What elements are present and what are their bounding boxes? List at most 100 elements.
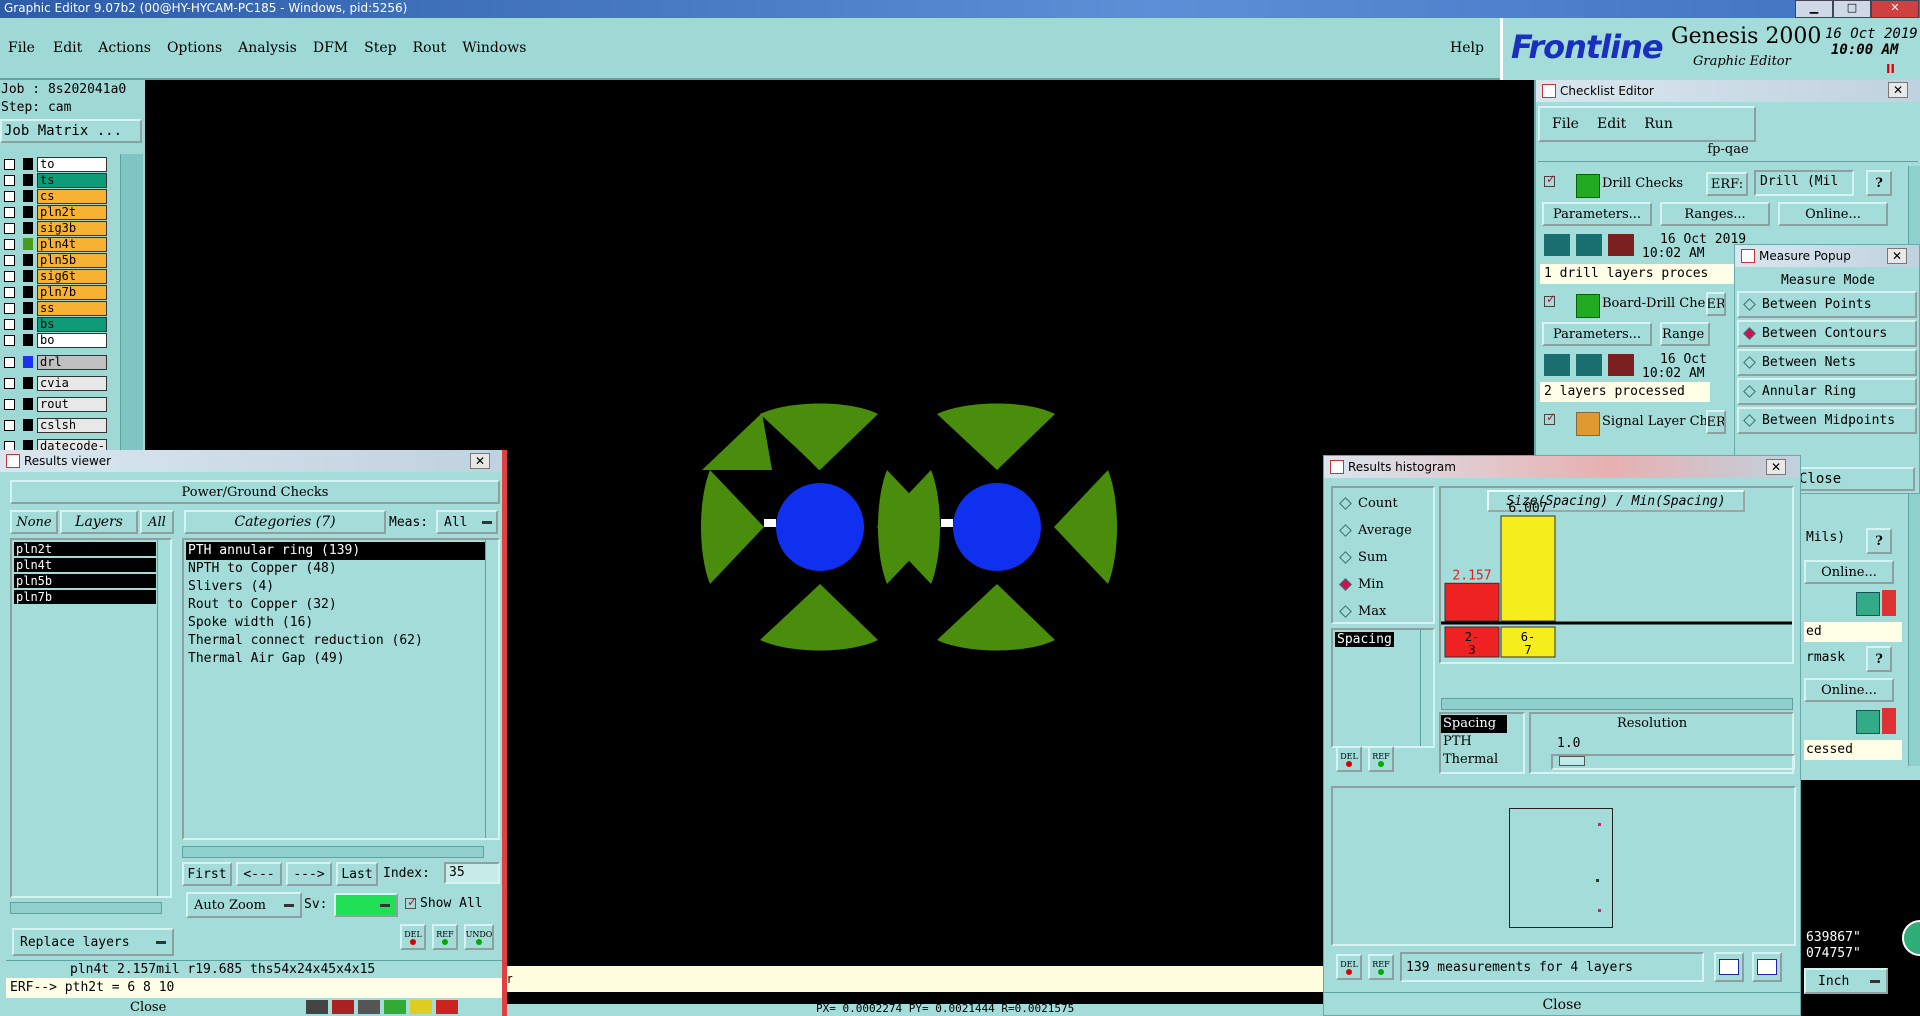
category-item[interactable]: Spoke width (16) — [186, 614, 486, 632]
checklist-menu-run[interactable]: Run — [1644, 116, 1673, 132]
histogram-tool-icon[interactable] — [1752, 952, 1782, 982]
menu-dfm[interactable]: DFM — [313, 40, 348, 56]
menu-rout[interactable]: Rout — [413, 40, 447, 56]
layer-name[interactable]: pln4t — [37, 236, 107, 252]
online-button[interactable]: Online... — [1804, 560, 1894, 584]
check2-enable-checkbox[interactable]: ✓ — [1544, 292, 1556, 307]
chart-hscroll[interactable] — [1441, 698, 1793, 710]
category-list-scrollbar[interactable] — [485, 540, 498, 838]
layer-list-scrollbar[interactable] — [120, 154, 143, 450]
layer-row[interactable]: rout — [0, 396, 118, 412]
layer-checkbox[interactable] — [4, 254, 15, 266]
checklist-menu-edit[interactable]: Edit — [1597, 116, 1626, 132]
auto-zoom-select[interactable]: Auto Zoom — [186, 892, 302, 918]
maximize-button[interactable]: □ — [1833, 0, 1871, 18]
sv-color-select[interactable] — [334, 893, 398, 917]
layer-row[interactable]: ts — [0, 172, 118, 188]
layer-state-indicator[interactable] — [23, 302, 33, 314]
layer-name[interactable]: bs — [37, 316, 107, 332]
menu-options[interactable]: Options — [167, 40, 222, 56]
layer-checkbox[interactable] — [4, 270, 15, 282]
layer-checkbox[interactable] — [4, 398, 15, 410]
layer-name[interactable]: bo — [37, 332, 107, 348]
category-item[interactable]: NPTH to Copper (48) — [186, 560, 486, 578]
next-result-button[interactable]: ---> — [286, 862, 332, 886]
minimize-button[interactable]: ▁ — [1795, 0, 1833, 18]
layer-checkbox[interactable] — [4, 302, 15, 314]
del-icon[interactable]: DEL — [1336, 746, 1362, 772]
layer-state-indicator[interactable] — [23, 254, 33, 266]
categories-button[interactable]: Categories (7) — [184, 510, 386, 534]
menu-analysis[interactable]: Analysis — [238, 40, 297, 56]
show-all-checkbox[interactable]: ✓ Show All — [405, 895, 483, 911]
layer-row[interactable]: to — [0, 156, 118, 172]
category-list[interactable]: PTH annular ring (139) NPTH to Copper (48… — [182, 538, 500, 840]
result-layer-item[interactable]: pln5b — [14, 574, 156, 588]
result-layer-item[interactable]: pln7b — [14, 590, 156, 604]
job-matrix-button[interactable]: Job Matrix ... — [0, 119, 142, 143]
online-button[interactable]: Online... — [1804, 678, 1894, 702]
check3-name[interactable]: Signal Layer Ch — [1602, 414, 1708, 429]
layer-row[interactable]: sig3b — [0, 220, 118, 236]
layer-row[interactable]: bs — [0, 316, 118, 332]
first-result-button[interactable]: First — [182, 862, 232, 886]
checklist-close-icon[interactable]: ✕ — [1888, 82, 1908, 98]
layer-checkbox[interactable] — [4, 318, 15, 330]
close-window-button[interactable]: ✕ — [1871, 0, 1919, 18]
help-icon[interactable]: ? — [1866, 646, 1892, 672]
layer-state-indicator[interactable] — [23, 398, 33, 410]
histogram-close-button[interactable]: Close — [1542, 997, 1581, 1013]
results-viewer-close-icon[interactable]: ✕ — [470, 453, 490, 469]
layer-row[interactable]: cslsh — [0, 417, 118, 433]
histogram-sub-item[interactable]: PTH — [1441, 733, 1523, 751]
layer-row[interactable]: pln4t — [0, 236, 118, 252]
layer-state-indicator[interactable] — [23, 158, 33, 170]
results-viewer-close-button[interactable]: Close — [130, 1000, 166, 1015]
check3-enable-checkbox[interactable]: ✓ — [1544, 410, 1556, 425]
measure-mode-option[interactable]: Between Midpoints — [1737, 407, 1917, 434]
layer-name[interactable]: sig6t — [37, 268, 107, 284]
histogram-sub-list[interactable]: Spacing PTH Thermal — [1439, 712, 1525, 774]
layer-row[interactable]: cvia — [0, 375, 118, 391]
measure-type-scrollbar[interactable] — [1420, 630, 1433, 746]
layer-name[interactable]: pln2t — [37, 204, 107, 220]
layer-state-indicator[interactable] — [23, 356, 33, 368]
layer-name[interactable]: rout — [37, 396, 107, 412]
layer-state-indicator[interactable] — [23, 377, 33, 389]
layer-state-indicator[interactable] — [23, 318, 33, 330]
category-item[interactable]: Rout to Copper (32) — [186, 596, 486, 614]
category-item[interactable]: Slivers (4) — [186, 578, 486, 596]
layer-name[interactable]: ts — [37, 172, 107, 188]
menu-file[interactable]: File — [8, 40, 35, 56]
last-result-button[interactable]: Last — [336, 862, 378, 886]
menu-windows[interactable]: Windows — [462, 40, 526, 56]
resolution-slider-thumb[interactable] — [1559, 756, 1585, 766]
histogram-sub-item[interactable]: Spacing — [1441, 715, 1507, 733]
tool-icon[interactable] — [332, 1000, 354, 1014]
layer-row[interactable]: pln7b — [0, 284, 118, 300]
layer-row[interactable]: pln5b — [0, 252, 118, 268]
measure-close-button[interactable]: Close — [1795, 467, 1915, 491]
measure-type-item-selected[interactable]: Spacing — [1335, 632, 1394, 647]
layer-name[interactable]: to — [37, 156, 107, 172]
help-icon[interactable]: ? — [1866, 170, 1892, 196]
tool-icon[interactable] — [384, 1000, 406, 1014]
layer-checkbox[interactable] — [4, 286, 15, 298]
stat-option[interactable]: Average — [1333, 517, 1433, 544]
checklist-menu-file[interactable]: File — [1552, 116, 1579, 132]
measure-popup-close-icon[interactable]: ✕ — [1887, 248, 1907, 264]
layer-state-indicator[interactable] — [23, 334, 33, 346]
histogram-close-icon[interactable]: ✕ — [1766, 459, 1786, 475]
filter-none-button[interactable]: None — [10, 510, 58, 534]
layer-checkbox[interactable] — [4, 190, 15, 202]
replace-layers-button[interactable]: Replace layers — [12, 928, 174, 956]
measure-type-list[interactable]: Spacing — [1331, 628, 1435, 748]
filter-layers-button[interactable]: Layers — [60, 510, 138, 534]
stat-option[interactable]: Min — [1333, 571, 1433, 598]
layer-list-hscroll[interactable] — [10, 902, 162, 914]
layer-checkbox[interactable] — [4, 419, 15, 431]
layer-checkbox[interactable] — [4, 174, 15, 186]
stat-option[interactable]: Sum — [1333, 544, 1433, 571]
layer-checkbox[interactable] — [4, 377, 15, 389]
layer-row[interactable]: drl — [0, 354, 118, 370]
